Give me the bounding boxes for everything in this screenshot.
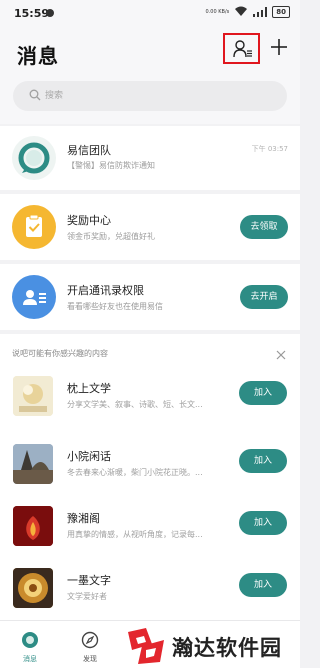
tab-messages[interactable]: 消息 (10, 627, 50, 667)
reward-title: 奖励中心 (67, 214, 111, 227)
suggestion-heading: 说吧可能有你感兴趣的内容 (12, 349, 108, 358)
network-speed: 0.00 KB/s (205, 9, 230, 15)
reward-center-card[interactable]: 奖励中心 领金币奖励，兑超值好礼 去领取 (0, 194, 300, 260)
item-name: 小院闲话 (67, 450, 111, 463)
conversation-team[interactable]: 易信团队 【警惕】易信防欺诈通知 下午 03:57 (0, 126, 300, 190)
item-desc: 用真挚的情感，从视听角度，记录每... (67, 530, 203, 539)
item-desc: 分享文学美、叙事、诗歌、短、长文... (67, 400, 203, 409)
item-desc: 文学爱好者 (67, 592, 107, 601)
team-avatar (12, 136, 56, 180)
item-desc: 冬去春来心渐暖，柴门小院花正晓。... (67, 468, 203, 477)
reward-avatar (12, 205, 56, 249)
item-name: 豫湘阁 (67, 512, 100, 525)
join-button[interactable]: 加入 (239, 449, 287, 473)
signal-icon (253, 7, 268, 17)
search-bar[interactable] (13, 81, 287, 111)
team-last-message: 【警惕】易信防欺诈通知 (67, 161, 155, 170)
wifi-icon (234, 6, 248, 18)
permission-avatar (12, 275, 56, 319)
tab-messages-label: 消息 (23, 655, 37, 663)
list-item[interactable]: 豫湘阁 用真挚的情感，从视听角度，记录每... 加入 (0, 498, 300, 560)
watermark-text: 瀚达软件园 (172, 636, 282, 660)
yixin-logo-icon (18, 142, 50, 174)
list-item[interactable]: 枕上文学 分享文学美、叙事、诗歌、短、长文... 加入 (0, 368, 300, 430)
contacts-button[interactable] (223, 33, 260, 64)
status-time: 15:59 (14, 7, 50, 20)
battery-icon: 80 (272, 6, 290, 18)
join-button[interactable]: 加入 (239, 511, 287, 535)
search-input[interactable] (45, 87, 265, 105)
item-thumbnail (13, 444, 53, 484)
tab-discover[interactable]: 发现 (70, 627, 110, 667)
add-button[interactable] (268, 36, 290, 58)
contacts-permission-card[interactable]: 开启通讯录权限 看看哪些好友也在使用易信 去开启 (0, 264, 300, 330)
search-icon (29, 89, 41, 101)
contact-card-icon (23, 290, 46, 305)
item-name: 枕上文学 (67, 382, 111, 395)
notification-dot-icon (46, 9, 54, 17)
app-header: 消息 (0, 26, 300, 74)
watermark-logo-icon (128, 628, 164, 664)
enable-permission-button[interactable]: 去开启 (240, 285, 288, 309)
reward-desc: 领金币奖励，兑超值好礼 (67, 232, 155, 241)
status-bar: 15:59 0.00 KB/s 80 (0, 0, 300, 26)
permission-desc: 看看哪些好友也在使用易信 (67, 302, 163, 311)
close-icon (276, 350, 286, 360)
join-button[interactable]: 加入 (239, 381, 287, 405)
clipboard-check-icon (26, 214, 42, 237)
team-name: 易信团队 (67, 144, 111, 157)
compass-icon (81, 631, 99, 649)
suggestion-section: 说吧可能有你感兴趣的内容 枕上文学 分享文学美、叙事、诗歌、短、长文... 加入… (0, 334, 300, 620)
contacts-icon (233, 40, 252, 58)
messages-tab-icon (22, 632, 38, 648)
team-time: 下午 03:57 (251, 145, 288, 153)
join-button[interactable]: 加入 (239, 573, 287, 597)
claim-reward-button[interactable]: 去领取 (240, 215, 288, 239)
watermark: 瀚达软件园 (120, 626, 296, 668)
item-thumbnail (13, 506, 53, 546)
plus-icon (271, 39, 287, 55)
close-suggestions-button[interactable] (275, 346, 287, 360)
list-item[interactable]: 小院闲话 冬去春来心渐暖，柴门小院花正晓。... 加入 (0, 436, 300, 498)
page-title: 消息 (17, 44, 59, 68)
item-name: 一墨文字 (67, 574, 111, 587)
tab-discover-label: 发现 (83, 655, 97, 663)
search-area (0, 74, 300, 124)
status-right: 0.00 KB/s 80 (206, 6, 290, 18)
permission-title: 开启通讯录权限 (67, 284, 144, 297)
item-thumbnail (13, 376, 53, 416)
list-item[interactable]: 一墨文字 文学爱好者 加入 (0, 560, 300, 622)
item-thumbnail (13, 568, 53, 608)
